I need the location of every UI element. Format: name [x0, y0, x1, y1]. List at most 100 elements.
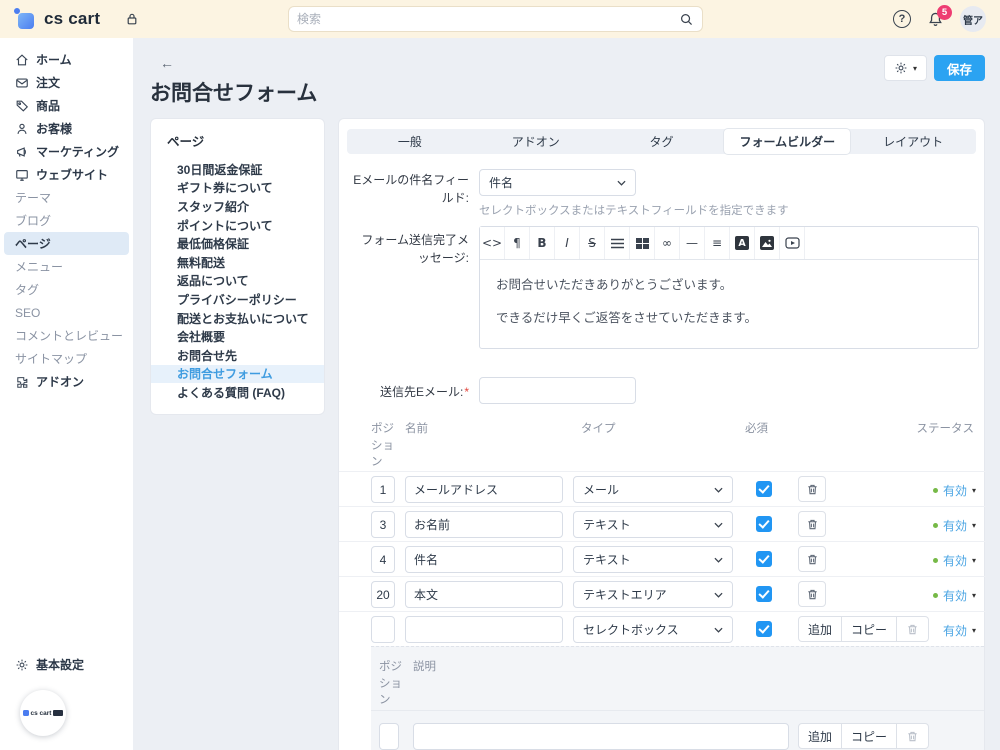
status-dropdown[interactable]: 有効▾ [943, 622, 976, 639]
name-input[interactable] [405, 511, 563, 538]
code-icon[interactable]: <> [480, 227, 505, 259]
status-dropdown[interactable]: 有効▾ [933, 587, 976, 604]
editor-content[interactable]: お問合せいただきありがとうございます。 できるだけ早くご返答をさせていただきます… [480, 260, 978, 348]
page-item[interactable]: スタッフ紹介 [151, 197, 324, 216]
sidebar-item-sitemap[interactable]: サイトマップ [0, 347, 133, 370]
delete-button[interactable] [798, 511, 826, 537]
page-item[interactable]: 返品について [151, 272, 324, 291]
copy-button[interactable]: コピー [842, 723, 897, 749]
name-input[interactable] [405, 476, 563, 503]
tab-general[interactable]: 一般 [347, 129, 473, 154]
subject-field-select[interactable]: 件名 [479, 169, 636, 196]
paragraph-icon[interactable]: ¶ [505, 227, 530, 259]
status-dropdown[interactable]: 有効▾ [933, 482, 976, 499]
sidebar-item-products[interactable]: 商品 [0, 94, 133, 117]
page-item[interactable]: 会社概要 [151, 327, 324, 346]
font-color-icon[interactable]: A [730, 227, 755, 259]
image-icon[interactable] [755, 227, 780, 259]
bold-icon[interactable]: B [530, 227, 555, 259]
video-icon[interactable] [780, 227, 805, 259]
page-item[interactable]: ポイントについて [151, 216, 324, 235]
status-dropdown[interactable]: 有効▾ [933, 552, 976, 569]
page-item[interactable]: 30日間返金保証 [151, 160, 324, 179]
sidebar-item-menus[interactable]: メニュー [0, 255, 133, 278]
list-icon[interactable] [605, 227, 630, 259]
tab-addons[interactable]: アドオン [473, 129, 599, 154]
name-input[interactable] [405, 581, 563, 608]
delete-button[interactable] [798, 581, 826, 607]
search-input[interactable] [297, 12, 679, 26]
tab-layout[interactable]: レイアウト [850, 129, 976, 154]
sidebar-item-seo[interactable]: SEO [0, 301, 133, 324]
name-input[interactable] [405, 546, 563, 573]
user-avatar[interactable]: 管ア [960, 6, 986, 32]
lock-icon[interactable] [124, 11, 140, 27]
add-button[interactable]: 追加 [798, 723, 842, 749]
page-item[interactable]: 配送とお支払いについて [151, 309, 324, 328]
tab-tags[interactable]: タグ [599, 129, 725, 154]
page-item[interactable]: プライバシーポリシー [151, 290, 324, 309]
link-icon[interactable]: ∞ [655, 227, 680, 259]
sidebar-item-comments-reviews[interactable]: コメントとレビュー [0, 324, 133, 347]
copy-button[interactable]: コピー [842, 616, 897, 642]
search-icon[interactable] [679, 12, 694, 27]
save-button[interactable]: 保存 [934, 55, 985, 81]
help-icon[interactable]: ? [893, 10, 911, 28]
page-item[interactable]: 無料配送 [151, 253, 324, 272]
recipient-email-input[interactable] [479, 377, 636, 404]
page-item[interactable]: 最低価格保証 [151, 234, 324, 253]
sidebar-item-addons[interactable]: アドオン [0, 370, 133, 393]
table-icon[interactable] [630, 227, 655, 259]
type-select[interactable]: テキストエリア [573, 581, 733, 608]
position-input[interactable] [371, 616, 395, 643]
notifications-bell[interactable]: 5 [927, 11, 944, 28]
page-item-current[interactable]: お問合せフォーム [151, 365, 324, 384]
align-icon[interactable]: ≡ [705, 227, 730, 259]
page-item[interactable]: ギフト券について [151, 179, 324, 198]
required-checkbox[interactable] [756, 586, 772, 602]
horizontal-rule-icon[interactable]: — [680, 227, 705, 259]
position-input[interactable] [371, 511, 395, 538]
name-input[interactable] [405, 616, 563, 643]
delete-button[interactable] [798, 546, 826, 572]
strikethrough-icon[interactable]: S [580, 227, 605, 259]
delete-button-disabled[interactable] [897, 616, 929, 642]
status-label: 有効 [943, 552, 967, 569]
delete-button-disabled[interactable] [897, 723, 929, 749]
cs-cart-logo[interactable]: cs cart [16, 9, 100, 29]
sidebar-item-blog[interactable]: ブログ [0, 209, 133, 232]
sidebar-item-pages[interactable]: ページ [4, 232, 129, 255]
back-button[interactable]: ← [160, 55, 174, 71]
required-checkbox[interactable] [756, 481, 772, 497]
type-select[interactable]: セレクトボックス [573, 616, 733, 643]
required-checkbox[interactable] [756, 621, 772, 637]
status-dropdown[interactable]: 有効▾ [933, 517, 976, 534]
add-button[interactable]: 追加 [798, 616, 842, 642]
delete-button[interactable] [798, 476, 826, 502]
position-input[interactable] [371, 581, 395, 608]
tab-form-builder[interactable]: フォームビルダー [724, 129, 850, 154]
type-select[interactable]: テキスト [573, 511, 733, 538]
required-checkbox[interactable] [756, 551, 772, 567]
type-select[interactable]: メール [573, 476, 733, 503]
type-select[interactable]: テキスト [573, 546, 733, 573]
sidebar-item-themes[interactable]: テーマ [0, 186, 133, 209]
variant-description-input[interactable] [413, 723, 789, 750]
sidebar-item-settings[interactable]: 基本設定 [0, 653, 133, 676]
sidebar-item-orders[interactable]: 注文 [0, 71, 133, 94]
variant-position-input[interactable] [379, 723, 399, 750]
required-checkbox[interactable] [756, 516, 772, 532]
sidebar-item-website[interactable]: ウェブサイト [0, 163, 133, 186]
italic-icon[interactable]: I [555, 227, 580, 259]
notification-badge: 5 [937, 5, 952, 20]
cs-cart-version-badge[interactable]: cs cart [20, 690, 66, 736]
settings-dropdown-button[interactable]: ▾ [884, 55, 927, 81]
page-item[interactable]: お問合せ先 [151, 346, 324, 365]
sidebar-item-home[interactable]: ホーム [0, 48, 133, 71]
sidebar-item-customers[interactable]: お客様 [0, 117, 133, 140]
page-item[interactable]: よくある質問 (FAQ) [151, 383, 324, 402]
sidebar-item-tags[interactable]: タグ [0, 278, 133, 301]
position-input[interactable] [371, 546, 395, 573]
sidebar-item-marketing[interactable]: マーケティング [0, 140, 133, 163]
position-input[interactable] [371, 476, 395, 503]
